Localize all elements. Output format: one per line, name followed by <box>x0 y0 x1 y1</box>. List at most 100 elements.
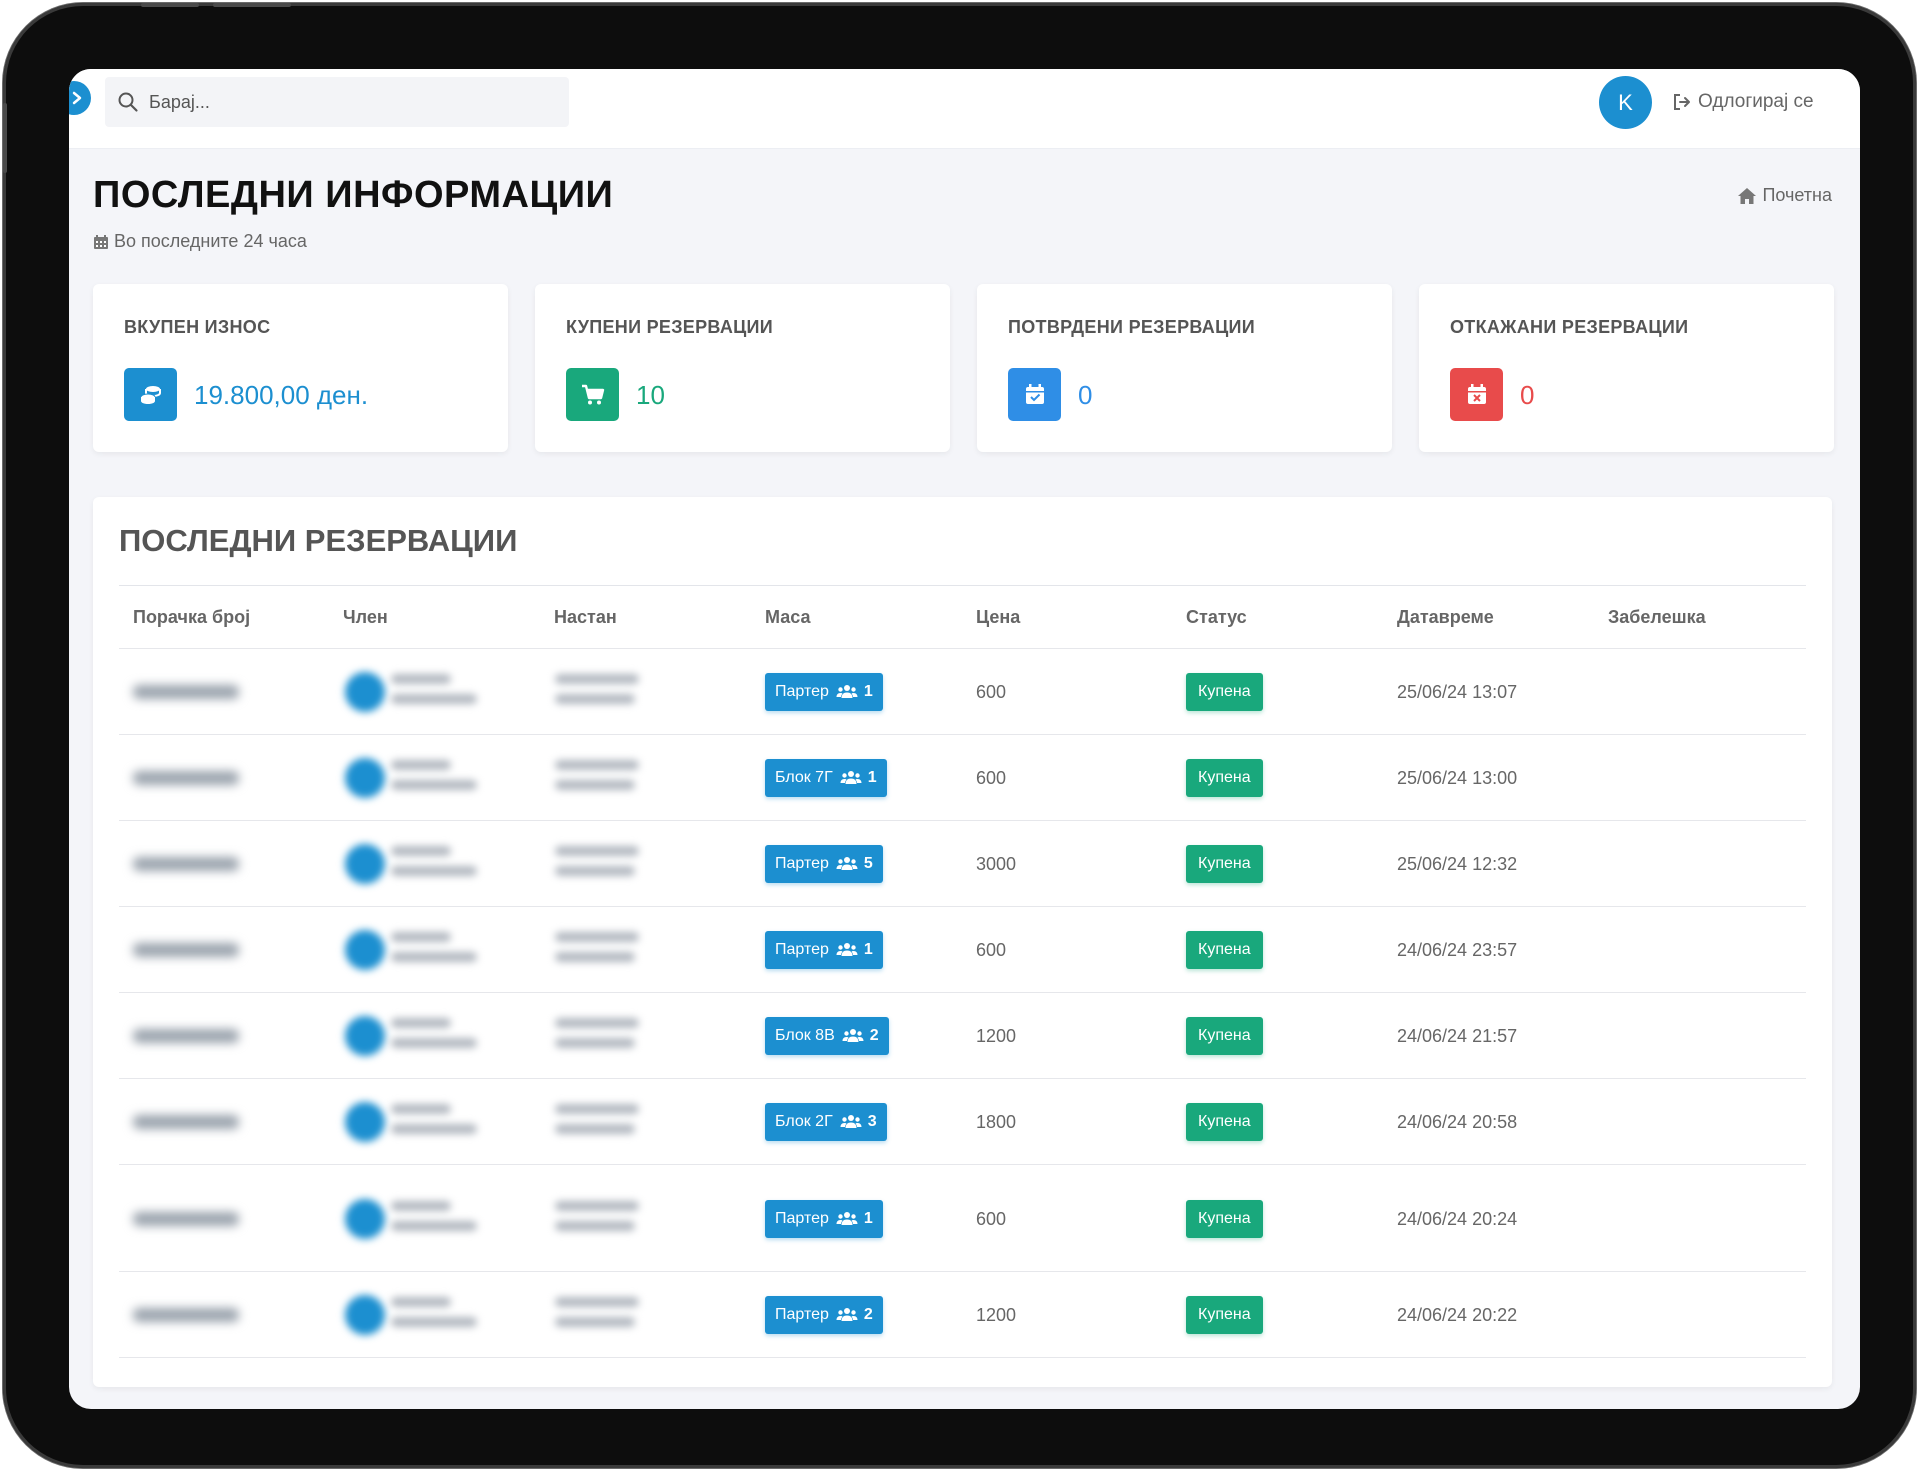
event-redacted <box>555 846 645 886</box>
column-header-note[interactable]: Забелешка <box>1608 607 1706 628</box>
status-badge: Купена <box>1186 1199 1263 1238</box>
search-input[interactable] <box>149 91 549 113</box>
table-badge: Блок 8В 2 <box>765 1017 889 1055</box>
logout-button[interactable]: Одлогирај се <box>1672 87 1814 117</box>
hardware-button <box>3 103 7 173</box>
datetime-cell: 24/06/24 21:57 <box>1397 1026 1518 1046</box>
column-header-datetime[interactable]: Датавреме <box>1397 607 1494 628</box>
search-box[interactable] <box>105 77 569 127</box>
table-row[interactable]: Партер 1 600 Купена 25/06/24 13:07 <box>119 649 1806 735</box>
datetime-cell: 25/06/24 13:07 <box>1397 682 1518 702</box>
datetime-cell: 24/06/24 23:57 <box>1397 940 1518 960</box>
column-header-table[interactable]: Маса <box>765 607 810 628</box>
table-badge: Партер 5 <box>765 845 883 883</box>
price-cell: 1200 <box>976 1026 1017 1046</box>
hardware-button <box>141 3 199 7</box>
datetime-cell: 25/06/24 12:32 <box>1397 854 1518 874</box>
subtitle-text: Во последните 24 часа <box>114 231 307 251</box>
recent-reservations-panel: ПОСЛЕДНИ РЕЗЕРВАЦИИ Порачка број Член На… <box>93 497 1832 1387</box>
order-number-redacted <box>133 771 239 785</box>
order-number-redacted <box>133 943 239 957</box>
table-badge-label: Партер <box>775 1306 829 1323</box>
price-cell: 1200 <box>976 1305 1017 1325</box>
order-number-redacted <box>133 1211 239 1226</box>
stat-card-confirmed: ПОТВРДЕНИ РЕЗЕРВАЦИИ 0 <box>977 284 1392 452</box>
status-badge: Купена <box>1186 673 1263 711</box>
table-badge: Партер 2 <box>765 1296 883 1334</box>
price-cell: 3000 <box>976 854 1017 874</box>
breadcrumb-home[interactable]: Почетна <box>1737 185 1832 206</box>
member-avatar-redacted <box>345 930 385 970</box>
event-redacted <box>555 1018 645 1058</box>
member-name-redacted <box>391 932 481 972</box>
member-name-redacted <box>391 1018 481 1058</box>
logout-label: Одлогирај се <box>1698 91 1814 112</box>
price-cell: 600 <box>976 940 1007 960</box>
status-badge: Купена <box>1186 1296 1263 1334</box>
seat-count: 1 <box>863 1209 873 1227</box>
table-row[interactable]: Партер 1 600 Купена 24/06/24 23:57 <box>119 907 1806 993</box>
table-badge-label: Блок 2Г <box>775 1113 833 1130</box>
table-badge: Партер 1 <box>765 673 883 711</box>
stat-card-total-amount: ВКУПЕН ИЗНОС 19.800,00 ден. <box>93 284 508 452</box>
user-avatar[interactable]: K <box>1599 76 1652 129</box>
table-badge: Блок 7Г 1 <box>765 759 887 797</box>
chevron-right-icon <box>72 91 82 105</box>
stat-card-value: 0 <box>1520 380 1535 410</box>
member-name-redacted <box>391 1200 481 1241</box>
member-avatar-redacted <box>345 844 385 884</box>
breadcrumb-home-label: Почетна <box>1762 185 1832 205</box>
stat-card-value: 19.800,00 ден. <box>194 380 369 410</box>
table-badge: Партер 1 <box>765 931 883 969</box>
sidebar-toggle-button[interactable] <box>69 81 91 115</box>
app-screen: K Одлогирај се ПОСЛЕДНИ ИНФОРМАЦИИ Во по… <box>69 69 1860 1409</box>
price-cell: 600 <box>976 682 1007 702</box>
column-header-status[interactable]: Статус <box>1186 607 1247 628</box>
search-icon <box>118 92 138 112</box>
table-badge: Блок 2Г 3 <box>765 1103 887 1141</box>
users-icon <box>836 857 858 870</box>
stat-card-title: ПОТВРДЕНИ РЕЗЕРВАЦИИ <box>1008 317 1255 337</box>
status-badge: Купена <box>1186 759 1263 797</box>
price-cell: 600 <box>976 768 1007 788</box>
page-title: ПОСЛЕДНИ ИНФОРМАЦИИ <box>93 174 614 216</box>
seat-count: 3 <box>867 1113 877 1130</box>
seat-count: 2 <box>869 1027 879 1044</box>
calendar-icon <box>94 234 108 249</box>
order-number-redacted <box>133 857 239 871</box>
event-redacted <box>555 1297 645 1337</box>
stat-card-purchased: КУПЕНИ РЕЗЕРВАЦИИ 10 <box>535 284 950 452</box>
member-avatar-redacted <box>345 672 385 712</box>
member-avatar-redacted <box>345 758 385 798</box>
member-name-redacted <box>391 846 481 886</box>
datetime-cell: 25/06/24 13:00 <box>1397 768 1518 788</box>
users-icon <box>836 943 858 956</box>
column-header-order[interactable]: Порачка број <box>133 607 250 628</box>
column-header-member[interactable]: Член <box>343 607 388 628</box>
stat-card-title: ВКУПЕН ИЗНОС <box>124 317 271 337</box>
event-redacted <box>555 932 645 972</box>
table-row[interactable]: Партер 1 600 Купена 24/06/24 20:24 <box>119 1165 1806 1272</box>
table-row[interactable]: Партер 2 1200 Купена 24/06/24 20:22 <box>119 1272 1806 1358</box>
member-avatar-redacted <box>345 1295 385 1335</box>
table-row[interactable]: Партер 5 3000 Купена 25/06/24 12:32 <box>119 821 1806 907</box>
table-badge-label: Партер <box>775 1209 829 1227</box>
column-header-event[interactable]: Настан <box>554 607 617 628</box>
table-row[interactable]: Блок 8В 2 1200 Купена 24/06/24 21:57 <box>119 993 1806 1079</box>
table-row[interactable]: Блок 7Г 1 600 Купена 25/06/24 13:00 <box>119 735 1806 821</box>
member-avatar-redacted <box>345 1102 385 1142</box>
table-badge-label: Блок 8В <box>775 1027 835 1044</box>
stat-card-value: 0 <box>1078 380 1093 410</box>
member-avatar-redacted <box>345 1016 385 1056</box>
users-icon <box>840 771 862 784</box>
top-bar: K Одлогирај се <box>69 69 1860 149</box>
panel-title: ПОСЛЕДНИ РЕЗЕРВАЦИИ <box>119 523 518 558</box>
seat-count: 1 <box>863 683 873 700</box>
column-header-price[interactable]: Цена <box>976 607 1020 628</box>
stat-card-cancelled: ОТКАЖАНИ РЕЗЕРВАЦИИ 0 <box>1419 284 1834 452</box>
datetime-cell: 24/06/24 20:22 <box>1397 1305 1518 1325</box>
table-row[interactable]: Блок 2Г 3 1800 Купена 24/06/24 20:58 <box>119 1079 1806 1165</box>
users-icon <box>836 1308 858 1321</box>
seat-count: 5 <box>863 855 873 872</box>
price-cell: 1800 <box>976 1112 1017 1132</box>
